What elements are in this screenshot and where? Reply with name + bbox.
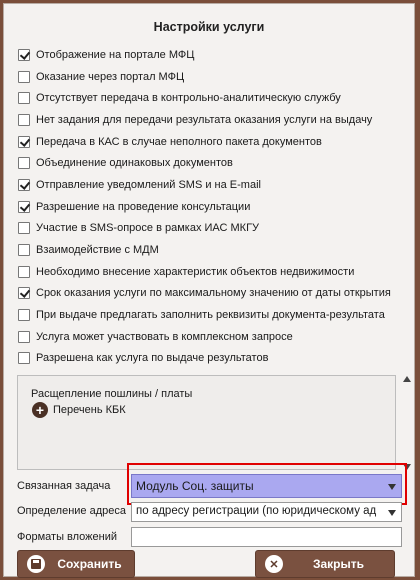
settings-checkbox-row[interactable]: Разрешена как услуга по выдаче результат… [18,348,404,370]
close-button-label: Закрыть [312,557,365,571]
checkbox-label: При выдаче предлагать заполнить реквизит… [36,309,385,322]
related-task-label: Связанная задача [17,480,111,492]
settings-checkbox-row[interactable]: Необходимо внесение характеристик объект… [18,261,404,283]
checkbox-unchecked[interactable] [18,352,30,365]
checkbox-label: Передача в КАС в случае неполного пакета… [36,135,322,148]
floppy-disk-icon [27,555,45,573]
dialog-title: Настройки услуги [153,20,265,34]
checkbox-unchecked[interactable] [18,70,30,83]
service-settings-dialog: Настройки услуги Отображение на портале … [3,3,415,578]
kbk-list-label: Перечень КБК [53,404,126,416]
attachments-label: Форматы вложений [17,531,118,543]
kbk-list-button[interactable]: + Перечень КБК [32,402,126,418]
checkbox-checked[interactable] [18,178,30,191]
checkbox-label: Участие в SMS-опросе в рамках ИАС МКГУ [36,222,260,235]
settings-checkbox-row[interactable]: Отсутствует передача в контрольно-аналит… [18,87,404,109]
checkbox-unchecked[interactable] [18,309,30,322]
checkbox-label: Оказание через портал МФЦ [36,70,185,83]
checkbox-unchecked[interactable] [18,113,30,126]
checkbox-label: Отображение на портале МФЦ [36,48,195,61]
checkbox-unchecked[interactable] [18,222,30,235]
checkbox-label: Услуга может участвовать в комплексном з… [36,330,293,343]
checkbox-unchecked[interactable] [18,265,30,278]
fee-split-panel: Расщепление пошлины / платы + Перечень К… [17,375,396,470]
address-label: Определение адреса [17,505,126,517]
checkbox-label: Срок оказания услуги по максимальному зн… [36,287,391,300]
close-icon: ✕ [265,555,283,573]
checkbox-unchecked[interactable] [18,244,30,257]
checkbox-label: Нет задания для передачи результата оказ… [36,113,373,126]
checkbox-checked[interactable] [18,287,30,300]
chevron-down-icon [388,484,396,490]
address-select[interactable]: по адресу регистрации (по юридическому а… [131,502,402,522]
checkbox-unchecked[interactable] [18,92,30,105]
settings-checkbox-row[interactable]: Отображение на портале МФЦ [18,44,404,66]
plus-icon: + [32,402,48,418]
settings-checkbox-row[interactable]: При выдаче предлагать заполнить реквизит… [18,304,404,326]
checkbox-label: Разрешена как услуга по выдаче результат… [36,352,269,365]
close-button[interactable]: ✕ Закрыть [255,550,395,578]
related-task-value: Модуль Соц. защиты [136,479,254,493]
checkbox-unchecked[interactable] [18,157,30,170]
settings-checkbox-list: Отображение на портале МФЦ Оказание через… [18,44,404,369]
settings-checkbox-row[interactable]: Передача в КАС в случае неполного пакета… [18,131,404,153]
settings-checkbox-row[interactable]: Услуга может участвовать в комплексном з… [18,326,404,348]
settings-checkbox-row[interactable]: Участие в SMS-опросе в рамках ИАС МКГУ [18,218,404,240]
checkbox-label: Разрешение на проведение консультации [36,200,251,213]
attachments-input[interactable] [131,527,402,547]
checkbox-label: Взаимодействие с МДМ [36,244,159,257]
settings-checkbox-row[interactable]: Взаимодействие с МДМ [18,239,404,261]
related-task-select[interactable]: Модуль Соц. защиты [131,474,402,498]
checkbox-label: Отправление уведомлений SMS и на E-mail [36,178,261,191]
checkbox-checked[interactable] [18,48,30,61]
checkbox-label: Необходимо внесение характеристик объект… [36,265,355,278]
save-button[interactable]: Сохранить [17,550,135,578]
checkbox-unchecked[interactable] [18,330,30,343]
settings-checkbox-row[interactable]: Срок оказания услуги по максимальному зн… [18,283,404,305]
checkbox-label: Объединение одинаковых документов [36,157,233,170]
fee-split-title: Расщепление пошлины / платы [31,388,193,400]
checkbox-checked[interactable] [18,135,30,148]
checkbox-checked[interactable] [18,200,30,213]
checkbox-label: Отсутствует передача в контрольно-аналит… [36,92,341,105]
settings-checkbox-row[interactable]: Разрешение на проведение консультации [18,196,404,218]
settings-checkbox-row[interactable]: Нет задания для передачи результата оказ… [18,109,404,131]
address-value: по адресу регистрации (по юридическому а… [136,505,377,517]
settings-checkbox-row[interactable]: Объединение одинаковых документов [18,152,404,174]
scroll-up-arrow-icon[interactable] [403,376,411,382]
chevron-down-icon [388,510,396,516]
settings-checkbox-row[interactable]: Отправление уведомлений SMS и на E-mail [18,174,404,196]
save-button-label: Сохранить [57,557,122,571]
settings-checkbox-row[interactable]: Оказание через портал МФЦ [18,66,404,88]
